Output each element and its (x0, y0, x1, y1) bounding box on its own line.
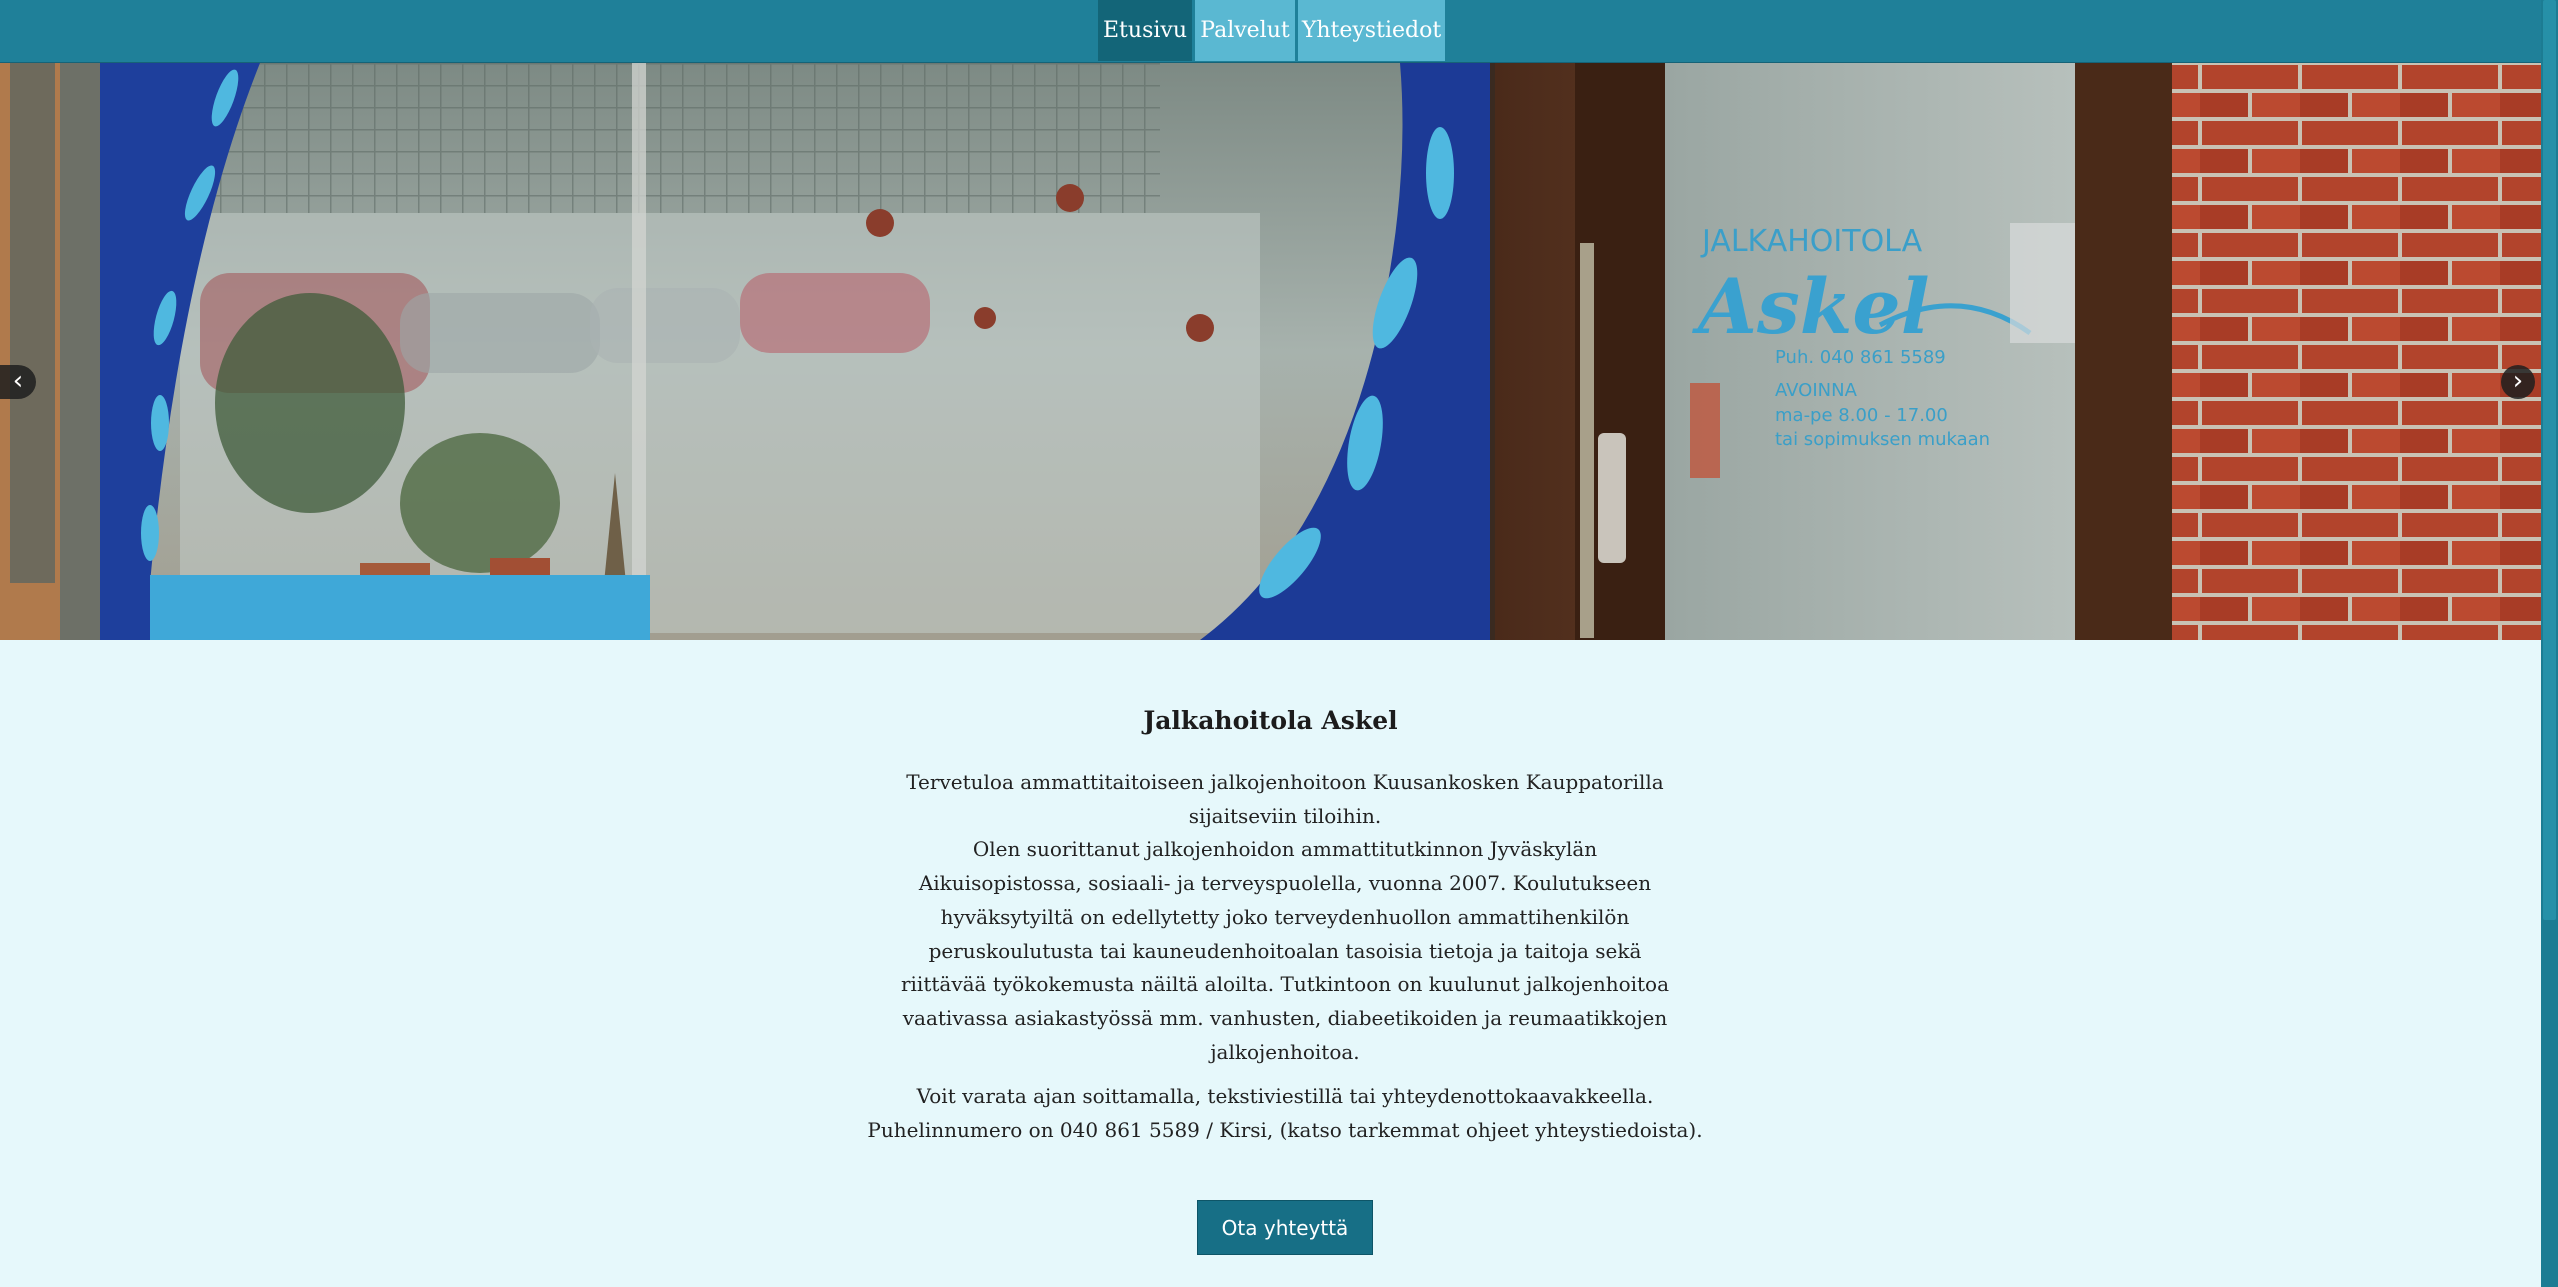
page-title: Jalkahoitola Askel (1143, 706, 1398, 735)
scrollbar-thumb[interactable] (2543, 0, 2556, 920)
intro-paragraph-1: Tervetuloa ammattitaitoiseen jalkojenhoi… (906, 770, 1664, 828)
sign-phone: Puh. 040 861 5589 (1775, 347, 1946, 368)
slider-prev-icon[interactable]: ‹ (0, 365, 36, 399)
sign-open: AVOINNA (1775, 380, 1858, 401)
storefront-photo: JALKAHOITOLA Askel Puh. 040 861 5589 AVO… (0, 63, 2541, 640)
nav-menu: Etusivu Palvelut Yhteystiedot (1098, 0, 1445, 61)
sign-title: JALKAHOITOLA (1700, 224, 1923, 259)
sign-logo: Askel (1692, 262, 1930, 351)
slider-next-icon[interactable]: › (2501, 365, 2535, 399)
main-content: Jalkahoitola Askel Tervetuloa ammattitai… (0, 640, 2541, 1287)
contact-text: Voit varata ajan soittamalla, tekstivies… (780, 1080, 1790, 1147)
sign-note: tai sopimuksen mukaan (1775, 429, 1990, 450)
intro-text: Tervetuloa ammattitaitoiseen jalkojenhoi… (890, 766, 1680, 1069)
hero-slider: JALKAHOITOLA Askel Puh. 040 861 5589 AVO… (0, 63, 2541, 640)
nav-item-yhteystiedot[interactable]: Yhteystiedot (1298, 0, 1445, 61)
contact-paragraph-2: Puhelinnumero on 040 861 5589 / Kirsi, (… (867, 1117, 1703, 1142)
nav-item-palvelut[interactable]: Palvelut (1195, 0, 1295, 61)
page: Etusivu Palvelut Yhteystiedot JALKAHOITO… (0, 0, 2558, 1287)
contact-paragraph-1: Voit varata ajan soittamalla, tekstivies… (916, 1084, 1654, 1108)
intro-paragraph-2: Olen suorittanut jalkojenhoidon ammattit… (900, 837, 1670, 1064)
contact-button[interactable]: Ota yhteyttä (1197, 1200, 1373, 1255)
page-scrollbar[interactable] (2541, 0, 2558, 1287)
top-navbar: Etusivu Palvelut Yhteystiedot (0, 0, 2541, 63)
nav-item-etusivu[interactable]: Etusivu (1098, 0, 1192, 61)
sign-hours: ma-pe 8.00 - 17.00 (1775, 405, 1948, 426)
